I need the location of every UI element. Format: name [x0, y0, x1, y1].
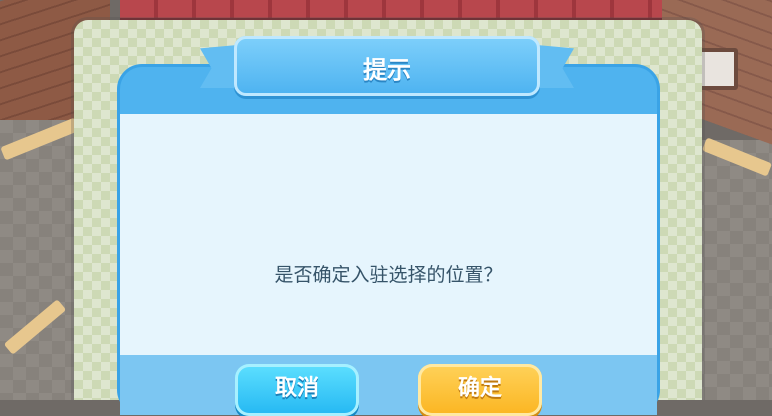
- dialog-title: 提示: [363, 56, 411, 84]
- confirm-dialog: 是否确定入驻选择的位置？: [120, 67, 657, 415]
- house-window: [696, 48, 738, 90]
- dialog-title-ribbon: 提示: [200, 36, 574, 98]
- confirm-button[interactable]: 确定: [418, 364, 542, 416]
- ribbon-banner: 提示: [234, 36, 540, 96]
- cancel-button[interactable]: 取消: [235, 364, 359, 416]
- red-awning: [120, 0, 680, 22]
- dialog-footer: [120, 355, 657, 415]
- dialog-message: 是否确定入驻选择的位置？: [274, 264, 503, 286]
